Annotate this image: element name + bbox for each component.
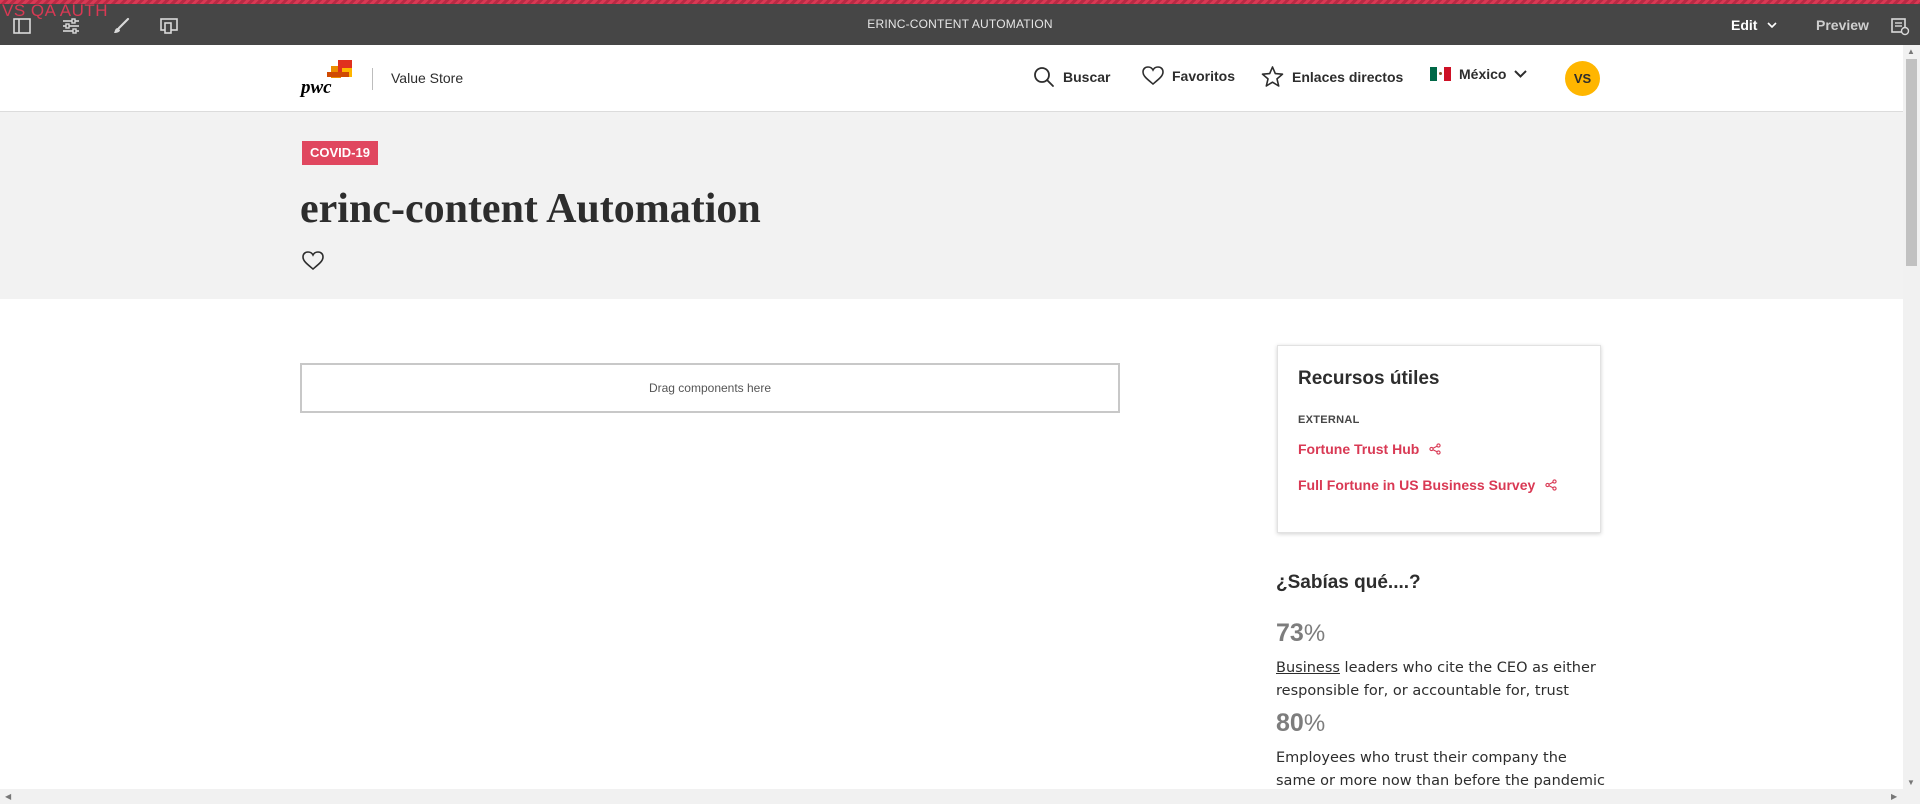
page-info-icon[interactable] bbox=[1890, 16, 1910, 41]
edit-mode-label: Edit bbox=[1731, 17, 1758, 33]
resources-card: Recursos útiles EXTERNAL Fortune Trust H… bbox=[1277, 345, 1601, 533]
site-header: pwc Value Store Buscar Favoritos Enlaces… bbox=[0, 45, 1903, 112]
search-icon bbox=[1034, 67, 1054, 87]
scroll-left-arrow-icon[interactable]: ◀ bbox=[5, 792, 11, 801]
edit-mode-dropdown[interactable]: Edit bbox=[1731, 17, 1778, 33]
brand-divider bbox=[372, 68, 373, 90]
editor-toolbar: VS QA AUTH ERINC-CONTENT AUTOMATION Edit… bbox=[0, 0, 1920, 45]
mexico-flag-icon bbox=[1430, 67, 1451, 81]
pwc-logo[interactable]: pwc bbox=[301, 58, 353, 98]
user-avatar[interactable]: VS bbox=[1565, 61, 1600, 96]
topic-badge[interactable]: COVID-19 bbox=[302, 141, 378, 165]
horizontal-scrollbar[interactable]: ◀ ▶ bbox=[0, 789, 1920, 804]
add-favorite-heart-icon[interactable] bbox=[302, 251, 324, 276]
preview-button[interactable]: Preview bbox=[1816, 17, 1869, 33]
resource-link[interactable]: Fortune Trust Hub bbox=[1298, 441, 1441, 457]
country-label: México bbox=[1459, 66, 1507, 82]
vertical-scrollbar[interactable]: ▲ ▼ bbox=[1903, 45, 1920, 789]
resources-category: EXTERNAL bbox=[1298, 414, 1360, 426]
scroll-right-arrow-icon[interactable]: ▶ bbox=[1891, 792, 1897, 801]
resource-link[interactable]: Full Fortune in US Business Survey bbox=[1298, 477, 1557, 493]
editor-page-title: ERINC-CONTENT AUTOMATION bbox=[867, 17, 1053, 31]
chevron-down-icon bbox=[1514, 70, 1528, 78]
stat-link[interactable]: Business bbox=[1276, 660, 1340, 676]
stat-description: Employees who trust their company the sa… bbox=[1276, 750, 1606, 789]
nav-direct-links-label: Enlaces directos bbox=[1292, 69, 1404, 85]
resource-link-label: Full Fortune in US Business Survey bbox=[1298, 477, 1536, 493]
component-dropzone[interactable]: Drag components here bbox=[300, 363, 1120, 413]
heart-icon bbox=[1142, 66, 1164, 86]
stat-description: Business leaders who cite the CEO as eit… bbox=[1276, 660, 1596, 699]
stat-value: 80% bbox=[1276, 709, 1326, 737]
page-hero: COVID-19 erinc-content Automation bbox=[0, 112, 1903, 299]
nav-search[interactable]: Buscar bbox=[1033, 66, 1110, 88]
did-you-know-title: ¿Sabías qué....? bbox=[1276, 572, 1421, 593]
share-icon bbox=[1429, 443, 1441, 455]
environment-stripe bbox=[0, 0, 1920, 4]
stat-value: 73% bbox=[1276, 619, 1326, 647]
environment-label: VS QA AUTH bbox=[2, 1, 109, 20]
share-icon bbox=[1545, 479, 1557, 491]
nav-favorites-label: Favoritos bbox=[1172, 68, 1236, 84]
resource-link-label: Fortune Trust Hub bbox=[1298, 441, 1420, 457]
page-title: erinc-content Automation bbox=[300, 186, 761, 232]
scroll-down-arrow-icon[interactable]: ▼ bbox=[1907, 778, 1915, 787]
nav-favorites[interactable]: Favoritos bbox=[1142, 66, 1235, 86]
star-icon bbox=[1261, 66, 1284, 87]
chevron-down-icon bbox=[1767, 22, 1778, 28]
scroll-up-arrow-icon[interactable]: ▲ bbox=[1907, 47, 1915, 56]
nav-direct-links[interactable]: Enlaces directos bbox=[1261, 66, 1403, 88]
country-selector[interactable]: México bbox=[1430, 66, 1528, 82]
brand-name[interactable]: Value Store bbox=[391, 70, 463, 86]
resources-title: Recursos útiles bbox=[1298, 368, 1440, 389]
nav-search-label: Buscar bbox=[1063, 69, 1111, 85]
scrollbar-thumb[interactable] bbox=[1906, 59, 1917, 266]
